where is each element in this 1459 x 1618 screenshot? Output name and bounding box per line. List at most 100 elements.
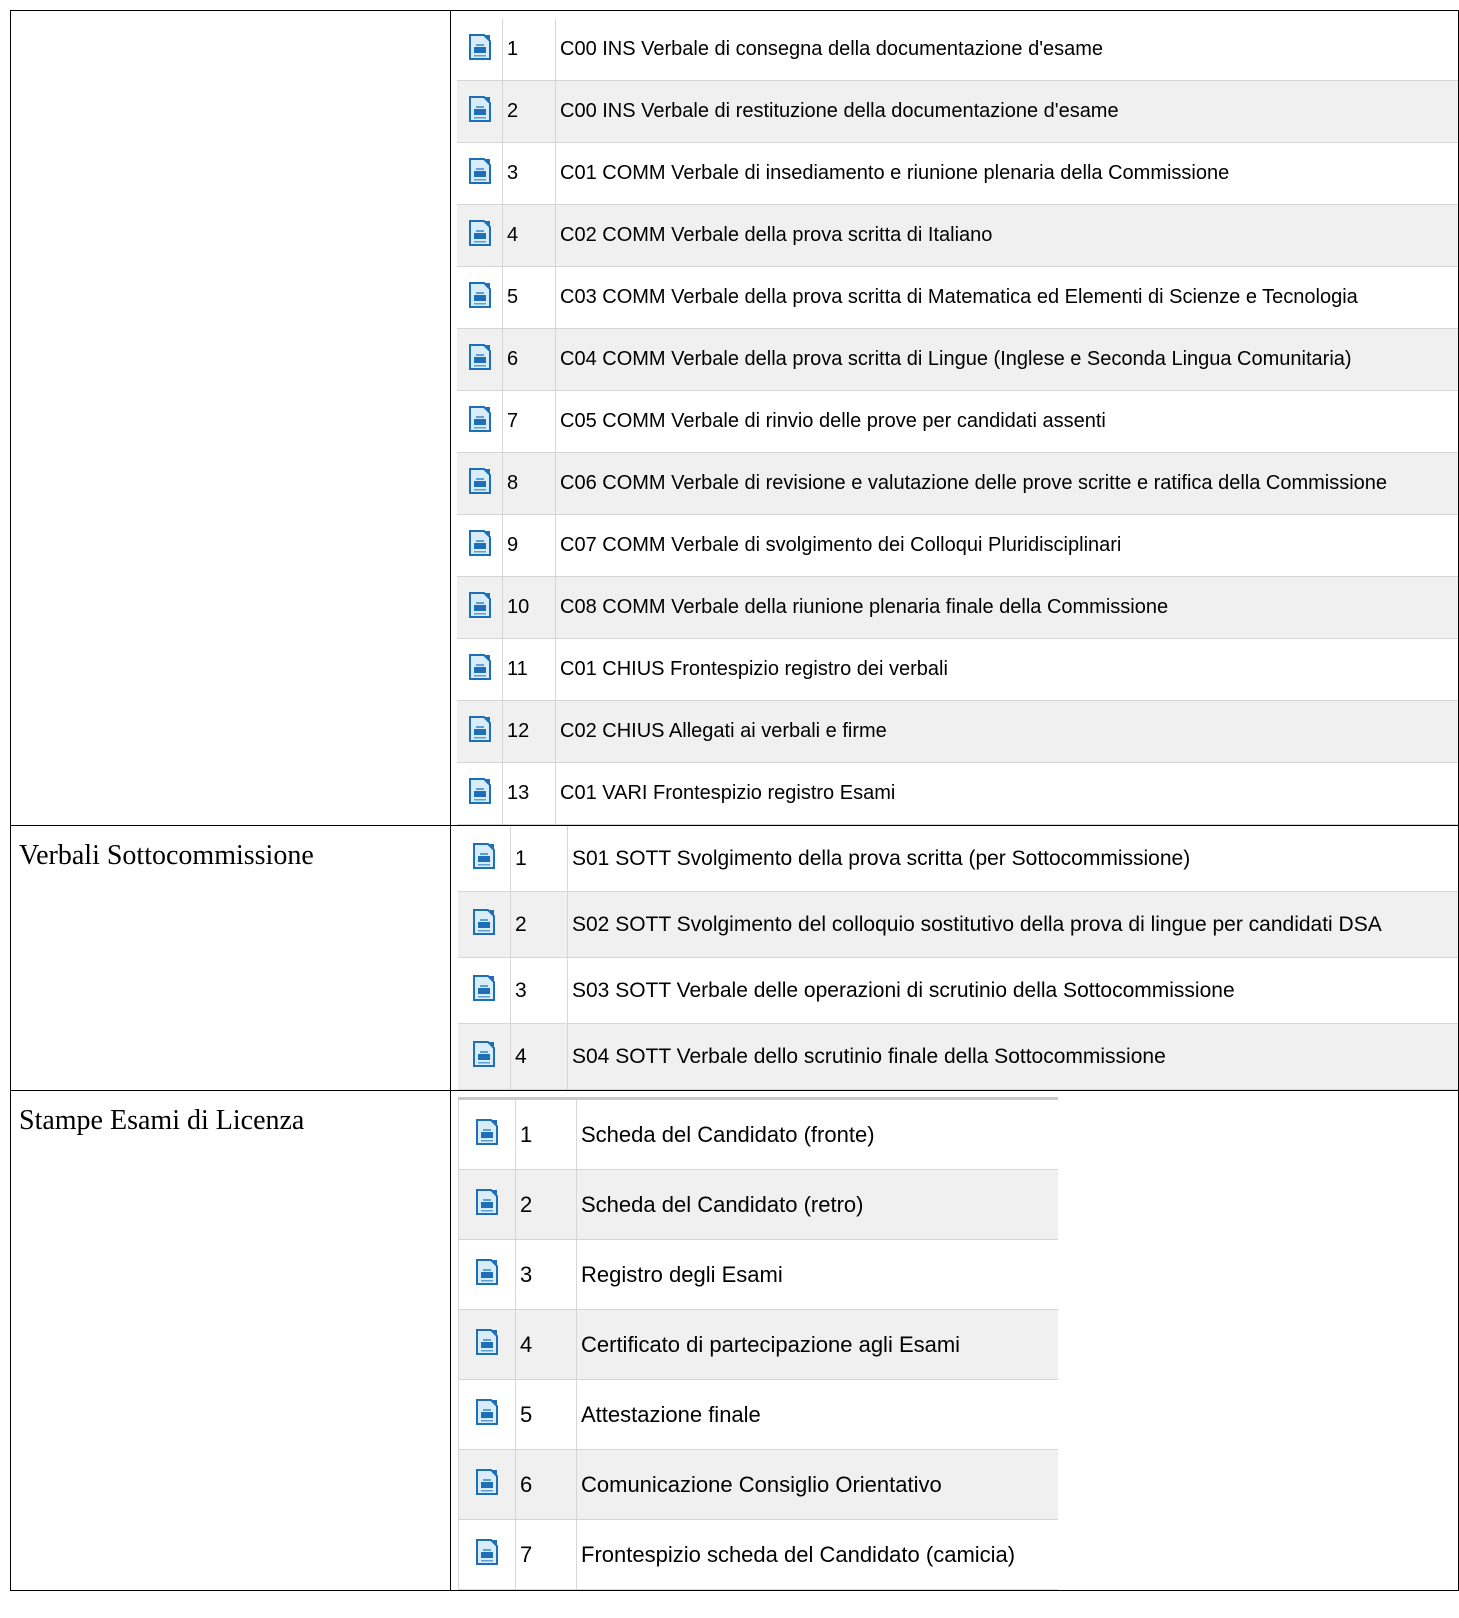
writer-document-icon[interactable] — [467, 405, 493, 439]
writer-document-icon[interactable] — [467, 95, 493, 129]
writer-document-icon[interactable] — [467, 777, 493, 811]
list-item[interactable]: 6 Comunicazione Consiglio Orientativo — [458, 1449, 1058, 1520]
writer-document-icon[interactable] — [474, 1258, 500, 1292]
writer-document-icon[interactable] — [467, 281, 493, 315]
list-item[interactable]: 4 C02 COMM Verbale della prova scritta di… — [457, 204, 1458, 267]
document-title[interactable]: Registro degli Esami — [576, 1239, 1058, 1310]
writer-document-icon[interactable] — [467, 591, 493, 625]
icon-cell — [458, 1239, 516, 1310]
list-item[interactable]: 2 C00 INS Verbale di restituzione della d… — [457, 80, 1458, 143]
list-item[interactable]: 10 C08 COMM Verbale della riunione plenar… — [457, 576, 1458, 639]
document-title[interactable]: C05 COMM Verbale di rinvio delle prove p… — [555, 390, 1458, 453]
writer-document-icon[interactable] — [467, 653, 493, 687]
document-title[interactable]: C00 INS Verbale di restituzione della do… — [555, 80, 1458, 143]
list-item[interactable]: 11 C01 CHIUS Frontespizio registro dei ve… — [457, 638, 1458, 701]
list-item[interactable]: 2 S02 SOTT Svolgimento del colloquio sost… — [458, 891, 1458, 958]
document-title[interactable]: S01 SOTT Svolgimento della prova scritta… — [567, 826, 1458, 892]
list-item[interactable]: 9 C07 COMM Verbale di svolgimento dei Col… — [457, 514, 1458, 577]
section-screenshot-cell: 1 Scheda del Candidato (fronte) 2 Scheda de… — [450, 1090, 1459, 1591]
list-item[interactable]: 2 Scheda del Candidato (retro) — [458, 1169, 1058, 1240]
row-number: 12 — [502, 700, 556, 763]
list-item[interactable]: 13 C01 VARI Frontespizio registro Esami — [457, 762, 1458, 825]
list-item[interactable]: 1 S01 SOTT Svolgimento della prova scritt… — [458, 826, 1458, 892]
document-title[interactable]: Scheda del Candidato (retro) — [576, 1169, 1058, 1240]
list-item[interactable]: 3 C01 COMM Verbale di insediamento e riun… — [457, 142, 1458, 205]
document-title[interactable]: C01 VARI Frontespizio registro Esami — [555, 762, 1458, 825]
writer-document-icon[interactable] — [474, 1398, 500, 1432]
writer-document-icon[interactable] — [474, 1118, 500, 1152]
document-title[interactable]: C07 COMM Verbale di svolgimento dei Coll… — [555, 514, 1458, 577]
row-number: 4 — [510, 1023, 568, 1090]
list-item[interactable]: 1 Scheda del Candidato (fronte) — [458, 1098, 1058, 1170]
document-title[interactable]: Attestazione finale — [576, 1379, 1058, 1450]
row-number: 10 — [502, 576, 556, 639]
document-title[interactable]: C00 INS Verbale di consegna della docume… — [555, 19, 1458, 81]
list-item[interactable]: 4 Certificato di partecipazione agli Esam… — [458, 1309, 1058, 1380]
list-item[interactable]: 1 C00 INS Verbale di consegna della docum… — [457, 19, 1458, 81]
document-list-screenshot: 1 S01 SOTT Svolgimento della prova scritt… — [458, 826, 1458, 1090]
document-title[interactable]: Certificato di partecipazione agli Esami — [576, 1309, 1058, 1380]
icon-cell — [457, 638, 503, 701]
writer-document-icon[interactable] — [471, 974, 497, 1008]
icon-cell — [457, 576, 503, 639]
icon-cell — [457, 762, 503, 825]
list-item[interactable]: 5 Attestazione finale — [458, 1379, 1058, 1450]
list-item[interactable]: 3 Registro degli Esami — [458, 1239, 1058, 1310]
document-title[interactable]: C03 COMM Verbale della prova scritta di … — [555, 266, 1458, 329]
icon-cell — [457, 514, 503, 577]
document-title[interactable]: C08 COMM Verbale della riunione plenaria… — [555, 576, 1458, 639]
document-title[interactable]: C02 COMM Verbale della prova scritta di … — [555, 204, 1458, 267]
list-item[interactable]: 6 C04 COMM Verbale della prova scritta di… — [457, 328, 1458, 391]
writer-document-icon[interactable] — [467, 343, 493, 377]
writer-document-icon[interactable] — [471, 1040, 497, 1074]
document-list: 1 Scheda del Candidato (fronte) 2 Scheda de… — [458, 1097, 1058, 1590]
list-item[interactable]: 7 C05 COMM Verbale di rinvio delle prove … — [457, 390, 1458, 453]
row-number: 4 — [515, 1309, 577, 1380]
document-title[interactable]: C04 COMM Verbale della prova scritta di … — [555, 328, 1458, 391]
section-row-verbali-commissione: 1 C00 INS Verbale di consegna della docum… — [10, 10, 1459, 826]
writer-document-icon[interactable] — [474, 1328, 500, 1362]
icon-cell — [457, 142, 503, 205]
row-number: 8 — [502, 452, 556, 515]
row-number: 6 — [515, 1449, 577, 1520]
section-screenshot-cell: 1 S01 SOTT Svolgimento della prova scritt… — [450, 825, 1459, 1091]
icon-cell — [457, 19, 503, 81]
writer-document-icon[interactable] — [467, 33, 493, 67]
document-title[interactable]: S02 SOTT Svolgimento del colloquio sosti… — [567, 891, 1458, 958]
list-item[interactable]: 4 S04 SOTT Verbale dello scrutinio finale… — [458, 1023, 1458, 1090]
writer-document-icon[interactable] — [467, 715, 493, 749]
document-title[interactable]: S04 SOTT Verbale dello scrutinio finale … — [567, 1023, 1458, 1090]
document-title[interactable]: Comunicazione Consiglio Orientativo — [576, 1449, 1058, 1520]
document-title[interactable]: C01 CHIUS Frontespizio registro dei verb… — [555, 638, 1458, 701]
writer-document-icon[interactable] — [467, 219, 493, 253]
row-number: 7 — [515, 1519, 577, 1590]
row-number: 2 — [515, 1169, 577, 1240]
icon-cell — [458, 1169, 516, 1240]
section-label: Verbali Sottocommissione — [10, 825, 451, 1091]
document-title[interactable]: C06 COMM Verbale di revisione e valutazi… — [555, 452, 1458, 515]
writer-document-icon[interactable] — [471, 842, 497, 876]
section-row-stampe-esami: Stampe Esami di Licenza 1 Scheda del Cand… — [10, 1090, 1459, 1591]
writer-document-icon[interactable] — [474, 1538, 500, 1572]
section-screenshot-cell: 1 C00 INS Verbale di consegna della docum… — [450, 10, 1459, 826]
writer-document-icon[interactable] — [474, 1468, 500, 1502]
writer-document-icon[interactable] — [467, 467, 493, 501]
document-list-screenshot: 1 Scheda del Candidato (fronte) 2 Scheda de… — [458, 1091, 1458, 1590]
writer-document-icon[interactable] — [467, 529, 493, 563]
list-item[interactable]: 8 C06 COMM Verbale di revisione e valutaz… — [457, 452, 1458, 515]
section-label: Stampe Esami di Licenza — [10, 1090, 451, 1591]
document-title[interactable]: C01 COMM Verbale di insediamento e riuni… — [555, 142, 1458, 205]
writer-document-icon[interactable] — [474, 1188, 500, 1222]
icon-cell — [458, 1098, 516, 1170]
document-title[interactable]: Scheda del Candidato (fronte) — [576, 1098, 1058, 1170]
writer-document-icon[interactable] — [471, 908, 497, 942]
list-item[interactable]: 7 Frontespizio scheda del Candidato (cami… — [458, 1519, 1058, 1590]
row-number: 2 — [510, 891, 568, 958]
list-item[interactable]: 5 C03 COMM Verbale della prova scritta di… — [457, 266, 1458, 329]
writer-document-icon[interactable] — [467, 157, 493, 191]
document-title[interactable]: Frontespizio scheda del Candidato (camic… — [576, 1519, 1058, 1590]
list-item[interactable]: 12 C02 CHIUS Allegati ai verbali e firme — [457, 700, 1458, 763]
document-title[interactable]: C02 CHIUS Allegati ai verbali e firme — [555, 700, 1458, 763]
document-title[interactable]: S03 SOTT Verbale delle operazioni di scr… — [567, 957, 1458, 1024]
list-item[interactable]: 3 S03 SOTT Verbale delle operazioni di sc… — [458, 957, 1458, 1024]
